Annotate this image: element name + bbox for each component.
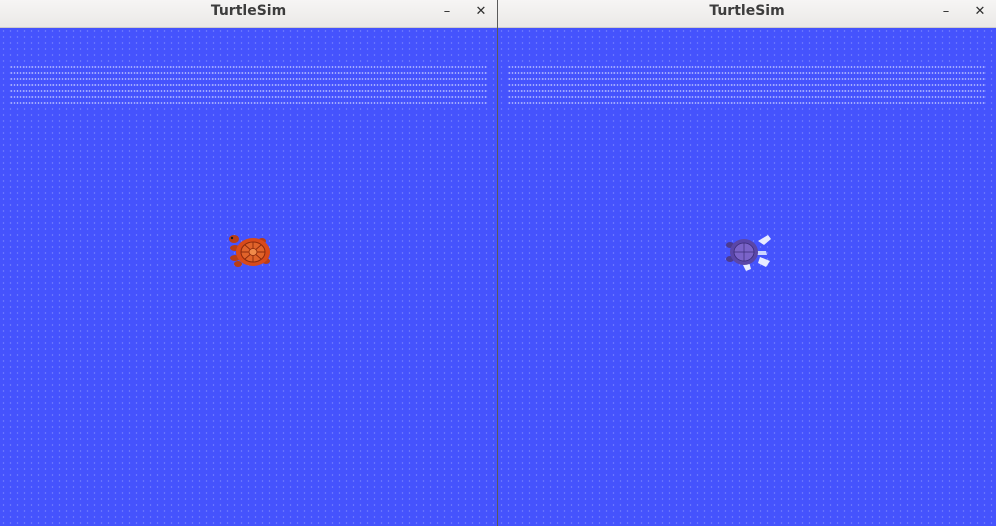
close-button[interactable]: ✕: [969, 2, 991, 22]
turtle-canvas: [0, 28, 497, 526]
minimize-button[interactable]: –: [935, 2, 957, 22]
background-texture: [508, 64, 986, 106]
titlebar[interactable]: TurtleSim – ✕: [498, 0, 996, 28]
turtle-icon: [726, 235, 771, 271]
window-title: TurtleSim: [709, 3, 785, 19]
desktop: TurtleSim – ✕ TurtleSim – ✕: [0, 0, 996, 526]
turtle-canvas: [498, 28, 996, 526]
turtlesim-window-left: TurtleSim – ✕: [0, 0, 497, 526]
window-title: TurtleSim: [210, 3, 287, 19]
background-texture: [10, 64, 487, 106]
turtle-icon: [229, 235, 270, 267]
minimize-button[interactable]: –: [436, 2, 458, 22]
titlebar[interactable]: TurtleSim – ✕: [0, 0, 497, 28]
close-button[interactable]: ✕: [470, 2, 492, 22]
